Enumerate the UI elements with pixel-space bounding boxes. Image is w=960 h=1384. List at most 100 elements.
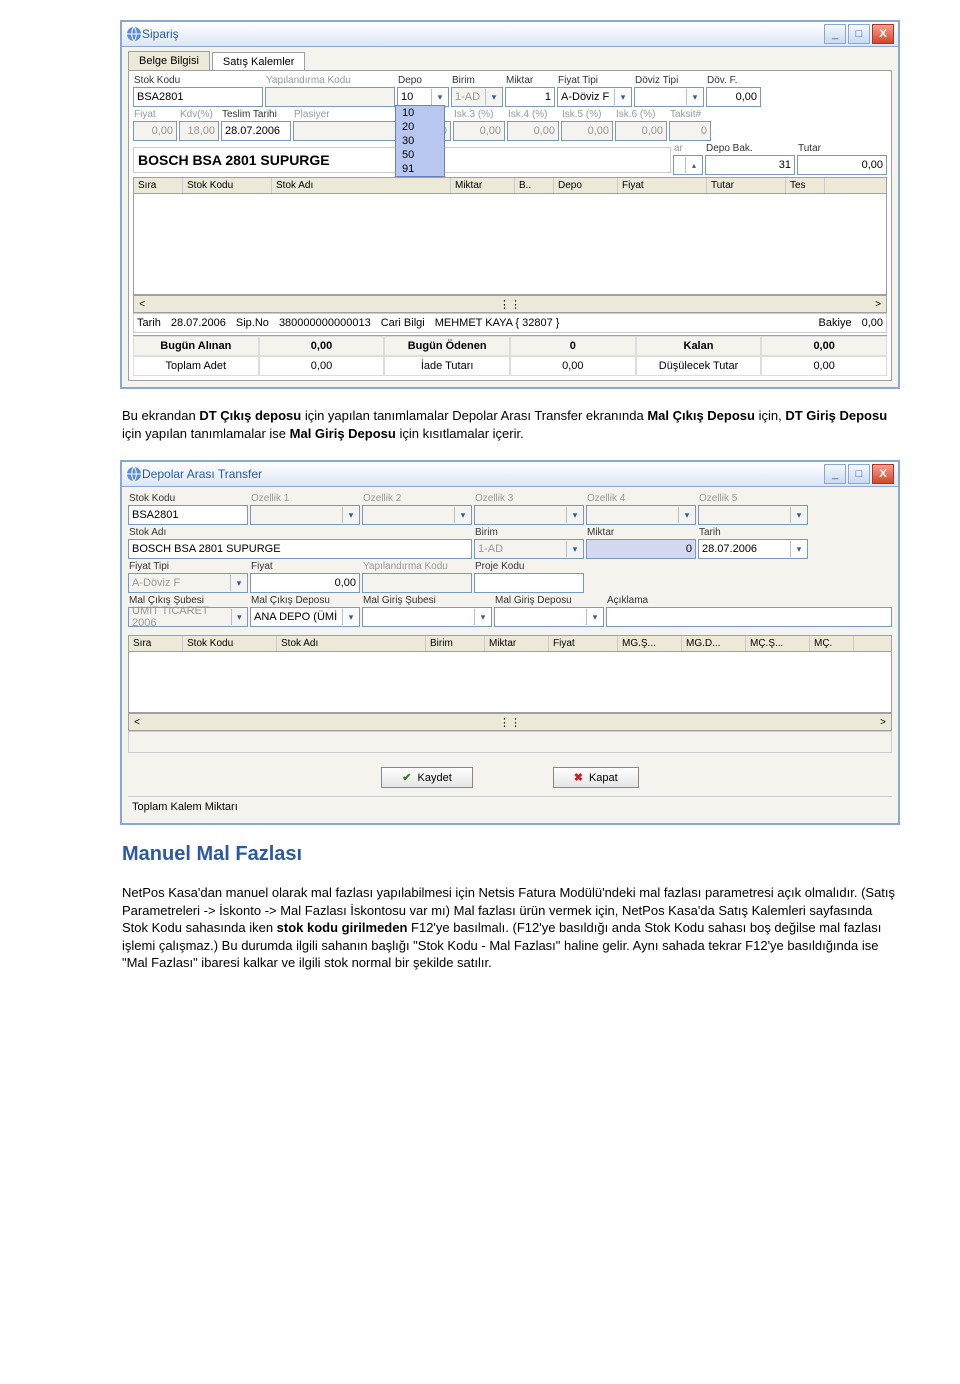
kalan-label: Kalan: [636, 336, 762, 356]
aciklama-label: Açıklama: [606, 595, 892, 607]
miktar-label: Miktar: [505, 75, 555, 87]
items-grid[interactable]: Sıra Stok Kodu Stok Adı Miktar B.. Depo …: [133, 177, 887, 295]
depo-option[interactable]: 91: [396, 162, 444, 176]
col-header[interactable]: Fiyat: [549, 636, 618, 651]
toplam-kalem-label: Toplam Kalem Miktarı: [128, 796, 892, 817]
paragraph-2: NetPos Kasa'dan manuel olarak mal fazlas…: [122, 884, 898, 972]
fiyat-tipi-select[interactable]: A-Döviz F▾: [557, 87, 632, 107]
chevron-down-icon: ▾: [431, 89, 448, 105]
titlebar[interactable]: Sipariş _ □ X: [122, 22, 898, 47]
depo-option[interactable]: 30: [396, 134, 444, 148]
horizontal-scrollbar[interactable]: <⋮⋮>: [128, 713, 892, 731]
mcikis-depo-label: Mal Çıkış Deposu: [250, 595, 360, 607]
close-button[interactable]: X: [872, 464, 894, 484]
oz4-label: Özellik 4: [586, 493, 696, 505]
tab-belge-bilgisi[interactable]: Belge Bilgisi: [128, 51, 210, 70]
miktar-input[interactable]: 0: [586, 539, 696, 559]
horizontal-scrollbar[interactable]: <⋮⋮>: [133, 295, 887, 313]
sipno-value: 380000000000013: [279, 317, 371, 329]
col-header[interactable]: Sıra: [134, 178, 183, 193]
miktar-label: Miktar: [586, 527, 696, 539]
mcikis-depo-select[interactable]: ANA DEPO (ÜMİ▾: [250, 607, 360, 627]
col-header[interactable]: B..: [515, 178, 554, 193]
maximize-button[interactable]: □: [848, 24, 870, 44]
col-header[interactable]: MG.D...: [682, 636, 746, 651]
proje-input[interactable]: [474, 573, 584, 593]
taksit-input: 0: [669, 121, 711, 141]
miktar-input[interactable]: 1: [505, 87, 555, 107]
maximize-button[interactable]: □: [848, 464, 870, 484]
dov-f-input[interactable]: 0,00: [706, 87, 761, 107]
col-header[interactable]: Stok Adı: [272, 178, 451, 193]
col-header[interactable]: Stok Kodu: [183, 178, 272, 193]
col-header[interactable]: Tes: [786, 178, 825, 193]
chevron-down-icon: ▾: [485, 89, 502, 105]
col-header[interactable]: Stok Adı: [277, 636, 426, 651]
depo-select[interactable]: 10▾: [397, 87, 449, 107]
birim-label: Birim: [474, 527, 584, 539]
col-header[interactable]: Sıra: [129, 636, 183, 651]
col-header[interactable]: Tutar: [707, 178, 786, 193]
tarih-input[interactable]: 28.07.2006▾: [698, 539, 808, 559]
bugun-alinan-label: Bugün Alınan: [133, 336, 259, 356]
fiyat-input[interactable]: 0,00: [250, 573, 360, 593]
mgiris-sube-select[interactable]: ▾: [362, 607, 492, 627]
scroll-right-icon[interactable]: >: [870, 299, 886, 310]
depo-option[interactable]: 20: [396, 120, 444, 134]
titlebar[interactable]: Depolar Arası Transfer _ □ X: [122, 462, 898, 487]
col-header[interactable]: Depo: [554, 178, 618, 193]
kapat-button[interactable]: ✖Kapat: [553, 767, 639, 788]
close-button[interactable]: X: [872, 24, 894, 44]
stok-kodu-input[interactable]: BSA2801: [133, 87, 263, 107]
oz5-label: Özellik 5: [698, 493, 808, 505]
col-header[interactable]: Birim: [426, 636, 485, 651]
teslim-input[interactable]: 28.07.2006: [221, 121, 291, 141]
yap-kodu-label: Yapılandırma Kodu: [265, 75, 395, 87]
kdv-label: Kdv(%): [179, 109, 219, 121]
status-area: [128, 731, 892, 753]
oz5-select: ▾: [698, 505, 808, 525]
scroll-left-icon[interactable]: <: [134, 299, 150, 310]
col-header[interactable]: Fiyat: [618, 178, 707, 193]
ar-spinner[interactable]: ▴: [673, 155, 703, 175]
minimize-button[interactable]: _: [824, 24, 846, 44]
chevron-down-icon: ▾: [686, 89, 703, 105]
tab-satis-kalemler[interactable]: Satış Kalemler: [212, 52, 306, 71]
section-heading: Manuel Mal Fazlası: [122, 843, 898, 866]
depo-dropdown[interactable]: 10 20 30 50 91: [395, 105, 445, 177]
stok-kodu-label: Stok Kodu: [133, 75, 263, 87]
transfer-grid[interactable]: Sıra Stok Kodu Stok Adı Birim Miktar Fiy…: [128, 635, 892, 713]
birim-select: 1-AD▾: [451, 87, 503, 107]
scroll-left-icon[interactable]: <: [129, 717, 145, 728]
fiyat-tipi-select: A-Döviz F▾: [128, 573, 248, 593]
minimize-button[interactable]: _: [824, 464, 846, 484]
col-header[interactable]: Stok Kodu: [183, 636, 277, 651]
kdv-input: 18,00: [179, 121, 219, 141]
plasiyer-label: Plasiyer: [293, 109, 397, 121]
stok-adi-input[interactable]: BOSCH BSA 2801 SUPURGE: [128, 539, 472, 559]
transfer-window: Depolar Arası Transfer _ □ X Stok Kodu BS…: [120, 460, 900, 825]
aciklama-input[interactable]: [606, 607, 892, 627]
fiyat-label: Fiyat: [250, 561, 360, 573]
col-header[interactable]: MG.Ş...: [618, 636, 682, 651]
dus-value: 0,00: [761, 356, 887, 376]
fiyat-label: Fiyat: [133, 109, 177, 121]
doviz-tipi-select[interactable]: ▾: [634, 87, 704, 107]
window-title: Depolar Arası Transfer: [142, 467, 824, 481]
scroll-right-icon[interactable]: >: [875, 717, 891, 728]
stok-adi-label: Stok Adı: [128, 527, 472, 539]
yap-kodu-label: Yapılandırma Kodu: [362, 561, 472, 573]
col-header[interactable]: MÇ.Ş...: [746, 636, 810, 651]
depo-option[interactable]: 50: [396, 148, 444, 162]
col-header[interactable]: Miktar: [485, 636, 549, 651]
plasiyer-input: [293, 121, 397, 141]
check-icon: ✔: [402, 771, 411, 784]
stok-kodu-input[interactable]: BSA2801: [128, 505, 248, 525]
mgiris-depo-select[interactable]: ▾: [494, 607, 604, 627]
col-header[interactable]: MÇ.: [810, 636, 854, 651]
col-header[interactable]: Miktar: [451, 178, 515, 193]
kaydet-button[interactable]: ✔Kaydet: [381, 767, 472, 788]
depo-option[interactable]: 10: [396, 106, 444, 120]
close-icon: ✖: [574, 771, 583, 784]
toplam-adet-value: 0,00: [259, 356, 385, 376]
